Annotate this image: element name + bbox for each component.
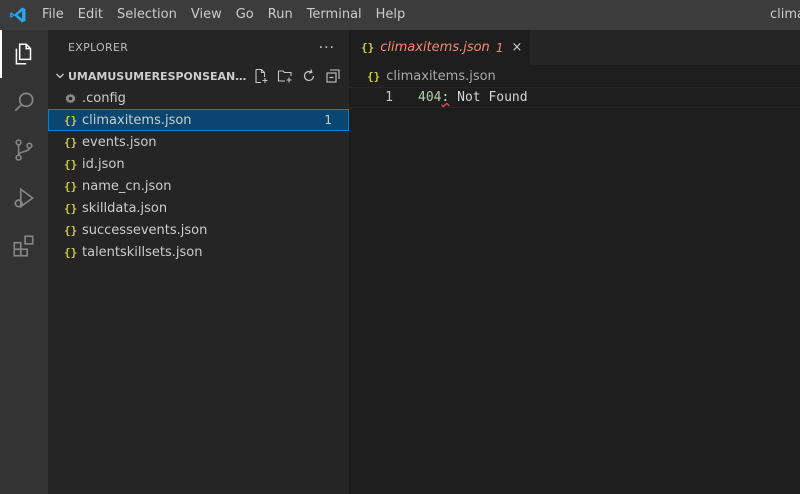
menu-view[interactable]: View — [184, 0, 229, 30]
workspace-folder-name: UMAMUSUMERESPONSEANALY... — [68, 69, 248, 83]
new-folder-icon[interactable] — [276, 67, 294, 85]
explorer-icon[interactable] — [0, 30, 48, 78]
breadcrumb: {} climaxitems.json — [349, 65, 800, 87]
tree-item-config[interactable]: .config — [48, 87, 349, 109]
window-title: clima — [770, 7, 800, 22]
menu-bar: File Edit Selection View Go Run Terminal… — [36, 0, 412, 30]
explorer-sidebar: EXPLORER ··· UMAMUSUMERESPONSEANALY... .… — [48, 30, 349, 494]
code-line[interactable]: 1 404: Not Found — [349, 87, 800, 108]
refresh-icon[interactable] — [300, 67, 318, 85]
tree-item-label: .config — [82, 90, 126, 106]
collapse-all-icon[interactable] — [324, 67, 342, 85]
menu-file[interactable]: File — [36, 0, 71, 30]
tree-item-successevents[interactable]: {} successevents.json — [48, 219, 349, 241]
tree-item-climaxitems[interactable]: {} climaxitems.json 1 — [48, 109, 349, 131]
activity-bar — [0, 30, 48, 494]
menu-run[interactable]: Run — [261, 0, 300, 30]
tree-item-id[interactable]: {} id.json — [48, 153, 349, 175]
json-file-icon: {} — [64, 223, 78, 237]
menu-help[interactable]: Help — [369, 0, 413, 30]
source-control-icon[interactable] — [0, 126, 48, 174]
sidebar-header: EXPLORER ··· — [48, 30, 349, 65]
line-number: 1 — [385, 90, 393, 105]
json-file-icon: {} — [64, 135, 78, 149]
number-token: 404 — [418, 90, 442, 105]
editor-tabs: {} climaxitems.json 1 × — [349, 30, 800, 65]
close-icon[interactable]: × — [511, 40, 522, 55]
menu-terminal[interactable]: Terminal — [300, 0, 369, 30]
json-file-icon: {} — [367, 69, 381, 83]
json-file-icon: {} — [64, 245, 78, 259]
tree-item-talentskillsets[interactable]: {} talentskillsets.json — [48, 241, 349, 263]
title-bar: File Edit Selection View Go Run Terminal… — [0, 0, 800, 30]
new-file-icon[interactable] — [252, 67, 270, 85]
json-file-icon: {} — [64, 179, 78, 193]
json-file-icon: {} — [361, 41, 375, 54]
vscode-logo-icon[interactable] — [0, 0, 36, 30]
sidebar-title: EXPLORER — [68, 41, 129, 54]
chevron-down-icon[interactable] — [54, 70, 68, 82]
more-actions-icon[interactable]: ··· — [319, 40, 335, 56]
json-file-icon: {} — [64, 157, 78, 171]
folder-actions — [252, 67, 342, 85]
tree-item-skilldata[interactable]: {} skilldata.json — [48, 197, 349, 219]
editor-area: {} climaxitems.json 1 × {} climaxitems.j… — [349, 30, 800, 494]
run-debug-icon[interactable] — [0, 174, 48, 222]
tab-climaxitems[interactable]: {} climaxitems.json 1 × — [349, 30, 531, 65]
menu-edit[interactable]: Edit — [71, 0, 110, 30]
tab-label: climaxitems.json — [380, 40, 490, 55]
tab-problem-badge: 1 — [495, 40, 504, 55]
json-file-icon: {} — [64, 201, 78, 215]
tree-item-label: skilldata.json — [82, 200, 168, 216]
tree-item-name-cn[interactable]: {} name_cn.json — [48, 175, 349, 197]
tree-item-events[interactable]: {} events.json — [48, 131, 349, 153]
tree-item-label: events.json — [82, 134, 157, 150]
tree-item-label: successevents.json — [82, 222, 208, 238]
json-file-icon: {} — [64, 113, 78, 127]
tree-item-label: talentskillsets.json — [82, 244, 203, 260]
search-icon[interactable] — [0, 78, 48, 126]
menu-selection[interactable]: Selection — [110, 0, 184, 30]
breadcrumb-item[interactable]: climaxitems.json — [386, 69, 496, 84]
workspace-folder-header[interactable]: UMAMUSUMERESPONSEANALY... — [48, 65, 349, 87]
tree-item-label: name_cn.json — [82, 178, 172, 194]
tree-item-label: id.json — [82, 156, 125, 172]
problem-count-badge: 1 — [324, 113, 332, 127]
extensions-icon[interactable] — [0, 222, 48, 270]
line-content[interactable]: 404: Not Found — [418, 90, 528, 105]
gear-icon — [64, 92, 82, 105]
menu-go[interactable]: Go — [229, 0, 261, 30]
text-token: Not Found — [449, 90, 528, 105]
tree-item-label: climaxitems.json — [82, 112, 192, 128]
